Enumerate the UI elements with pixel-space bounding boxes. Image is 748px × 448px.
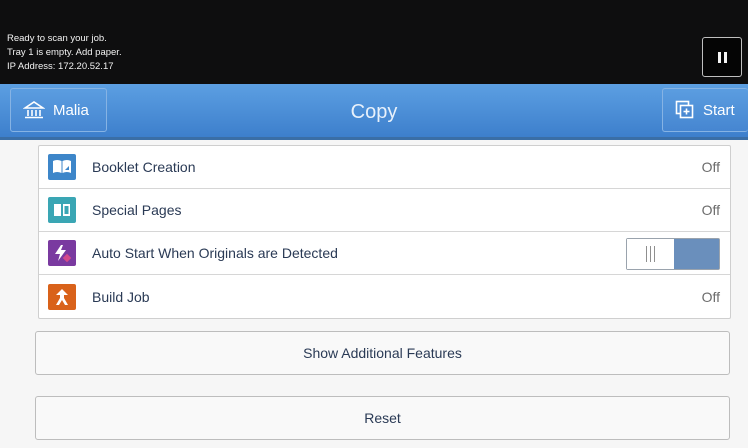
reset-button[interactable]: Reset [35, 396, 730, 440]
copy-features-panel: Booklet Creation Off Special Pages Off A… [0, 140, 748, 448]
status-bar: Ready to scan your job. Tray 1 is empty.… [0, 0, 748, 84]
status-tray-text: Tray 1 is empty. Add paper. [7, 47, 122, 58]
build-job-icon [48, 283, 76, 310]
page-title: Copy [350, 100, 398, 123]
feature-booklet-creation[interactable]: Booklet Creation Off [39, 146, 730, 189]
home-button-label: Malia [53, 101, 89, 119]
toggle-off-side [627, 239, 674, 269]
home-button[interactable]: Malia [10, 88, 107, 132]
feature-label: Booklet Creation [92, 159, 196, 175]
feature-special-pages[interactable]: Special Pages Off [39, 189, 730, 232]
start-button-label: Start [703, 101, 735, 119]
app-header: Copy Malia Start [0, 84, 748, 140]
feature-label: Build Job [92, 288, 150, 305]
auto-start-icon [48, 240, 76, 266]
pause-icon [717, 51, 721, 63]
feature-value: Off [701, 159, 720, 175]
feature-build-job[interactable]: Build Job Off [39, 275, 730, 318]
feature-label: Special Pages [92, 202, 182, 218]
auto-start-toggle[interactable] [626, 238, 720, 270]
special-pages-icon [48, 197, 76, 223]
feature-auto-start[interactable]: Auto Start When Originals are Detected [39, 232, 730, 275]
toggle-on-side [674, 239, 719, 269]
pause-button[interactable] [702, 37, 742, 77]
status-ready-text: Ready to scan your job. [7, 33, 107, 44]
status-messages: Ready to scan your job. Tray 1 is empty.… [7, 32, 122, 74]
status-ip-text: IP Address: 172.20.52.17 [7, 61, 114, 72]
feature-value: Off [701, 288, 720, 305]
feature-label: Auto Start When Originals are Detected [92, 245, 338, 261]
feature-list: Booklet Creation Off Special Pages Off A… [38, 145, 731, 319]
show-additional-features-button[interactable]: Show Additional Features [35, 331, 730, 375]
home-icon [23, 101, 45, 119]
booklet-icon [48, 154, 76, 180]
feature-value: Off [701, 202, 720, 218]
start-button[interactable]: Start [662, 88, 748, 132]
start-icon [675, 100, 694, 119]
